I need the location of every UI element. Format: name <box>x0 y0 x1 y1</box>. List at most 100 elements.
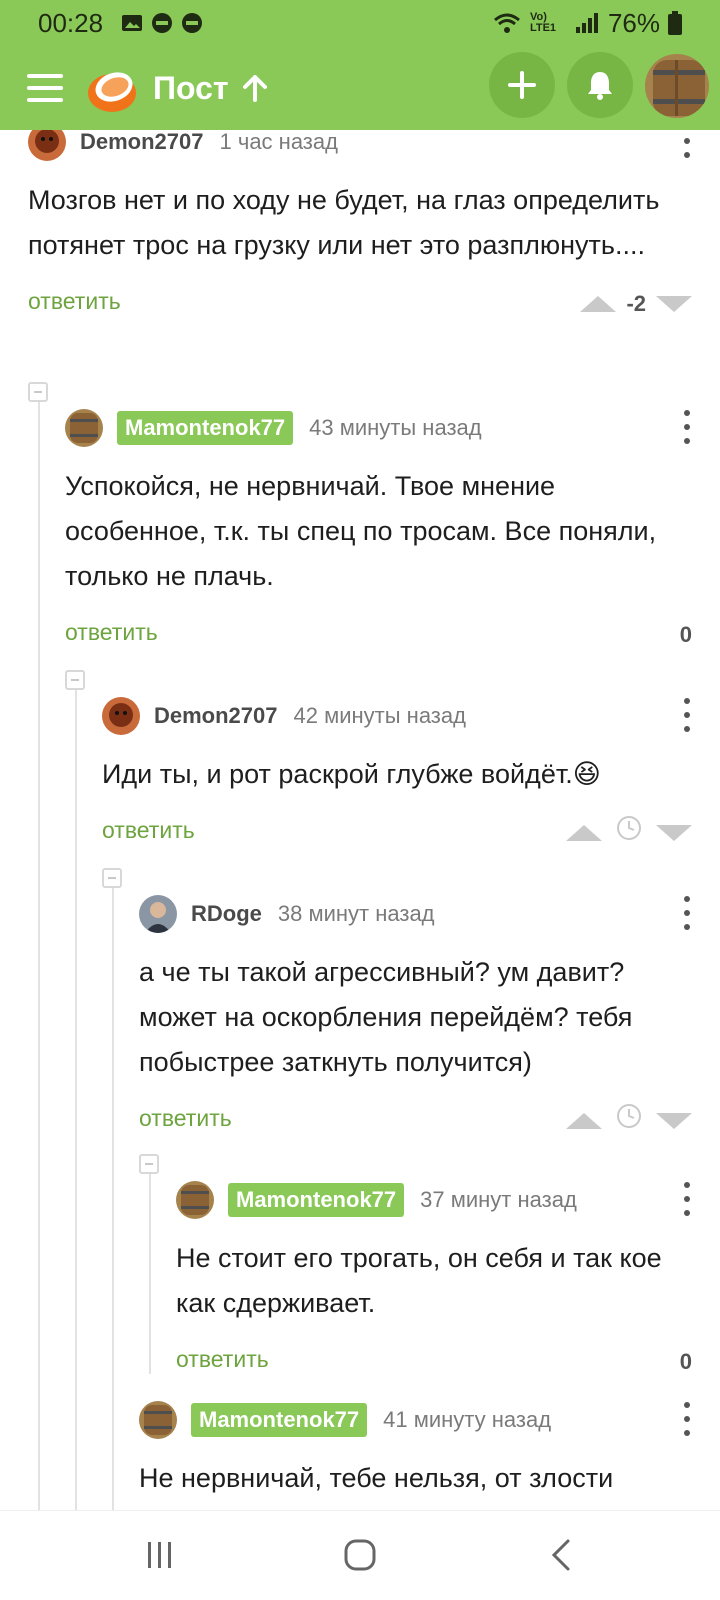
comment-text: Мозгов нет и по ходу не будет, на глаз о… <box>28 185 660 260</box>
plus-icon <box>508 71 536 99</box>
avatar[interactable] <box>28 130 66 161</box>
collapse-thread-button[interactable] <box>139 1154 159 1174</box>
collapse-thread-button[interactable] <box>102 868 122 888</box>
clock-icon <box>617 816 641 840</box>
downvote-icon[interactable] <box>656 1113 692 1129</box>
comment-time[interactable]: 43 минуты назад <box>309 415 481 441</box>
comment-footer: ответить <box>139 1101 692 1141</box>
comment-author[interactable]: Demon2707 <box>80 130 204 155</box>
comment-header: Demon2707 42 минуты назад <box>102 696 692 736</box>
comment-header: Demon2707 1 час назад <box>28 130 692 162</box>
comment-footer: ответить -2 <box>28 284 692 324</box>
comment-score: -2 <box>626 291 646 316</box>
thread-line-level-4 <box>149 1174 151 1374</box>
avatar[interactable] <box>139 1401 177 1439</box>
comment-score: 0 <box>679 1349 692 1374</box>
comment: Mamontenok77 37 минут назад Не стоит его… <box>176 1180 692 1382</box>
comment-header: Mamontenok77 43 минуты назад <box>65 408 692 448</box>
pikabu-logo[interactable] <box>85 61 139 115</box>
more-options-icon[interactable] <box>682 1182 692 1216</box>
avatar[interactable] <box>102 697 140 735</box>
downvote-icon[interactable] <box>656 296 692 312</box>
comment-rating <box>566 813 692 853</box>
comment-author[interactable]: Demon2707 <box>154 703 278 729</box>
recent-apps-icon[interactable] <box>140 1535 180 1575</box>
gallery-notification-icon <box>122 15 143 31</box>
reply-button[interactable]: ответить <box>176 1346 269 1373</box>
more-options-icon[interactable] <box>682 698 692 732</box>
comment-time[interactable]: 38 минут назад <box>278 901 435 927</box>
clock-icon <box>617 1104 641 1128</box>
comment-text: Успокойся, не нервничай. Твое мнение осо… <box>65 471 657 591</box>
comment-rating <box>566 1101 692 1141</box>
comment-rating: 0 <box>670 615 692 655</box>
signal-icon <box>575 13 598 33</box>
comment-time[interactable]: 37 минут назад <box>420 1187 577 1213</box>
collapse-thread-button[interactable] <box>65 670 85 690</box>
avatar[interactable] <box>176 1181 214 1219</box>
comment-footer: ответить 0 <box>65 615 692 655</box>
comment-footer: ответить 0 <box>176 1342 692 1382</box>
comments-feed[interactable]: Demon2707 1 час назад Мозгов нет и по хо… <box>0 130 720 1510</box>
avatar[interactable] <box>139 895 177 933</box>
bell-icon <box>588 72 612 100</box>
comment-text: Не нервничай, тебе нельзя, от злости <box>139 1463 614 1493</box>
comment-rating: 0 <box>670 1342 692 1382</box>
comment-footer: ответить <box>102 813 692 853</box>
network-label: Vo) LTE1 <box>529 11 557 34</box>
comment-time[interactable]: 41 минуту назад <box>383 1407 551 1433</box>
notifications-button[interactable] <box>567 52 633 118</box>
comment-time[interactable]: 1 час назад <box>220 130 338 155</box>
comment-author[interactable]: Mamontenok77 <box>191 1403 368 1437</box>
arrow-up-icon[interactable] <box>242 74 267 102</box>
status-time: 00:28 <box>38 7 104 38</box>
upvote-icon[interactable] <box>580 296 617 312</box>
comment-text: Не стоит его трогать, он себя и так кое … <box>176 1243 662 1318</box>
comment-rating: -2 <box>580 284 692 324</box>
mir-notification-icon-2 <box>182 13 203 33</box>
status-bar: 00:28 Vo) LTE1 76% <box>0 0 720 46</box>
user-avatar[interactable] <box>643 52 711 120</box>
comment-header: Mamontenok77 37 минут назад <box>176 1180 692 1220</box>
comment-text: Иди ты, и рот раскрой глубже войдёт.😆 <box>102 759 601 789</box>
upvote-icon[interactable] <box>566 1113 602 1129</box>
reply-button[interactable]: ответить <box>102 817 195 844</box>
thread-line-level-3 <box>112 888 114 1510</box>
comment-header: RDoge 38 минут назад <box>139 894 692 934</box>
collapse-thread-button[interactable] <box>28 382 48 402</box>
comment-header: Mamontenok77 41 минуту назад <box>139 1400 692 1440</box>
upvote-icon[interactable] <box>566 825 602 841</box>
back-icon[interactable] <box>542 1535 582 1575</box>
more-options-icon[interactable] <box>682 410 692 444</box>
reply-button[interactable]: ответить <box>28 288 121 315</box>
comment-author[interactable]: Mamontenok77 <box>117 411 294 445</box>
reply-button[interactable]: ответить <box>139 1105 232 1132</box>
downvote-icon[interactable] <box>656 825 692 841</box>
menu-icon[interactable] <box>27 74 63 102</box>
comment: Mamontenok77 43 минуты назад Успокойся, … <box>65 408 692 655</box>
comment: Demon2707 42 минуты назад Иди ты, и рот … <box>102 696 692 853</box>
thread-line-level-1 <box>38 402 40 1510</box>
comment-score: 0 <box>679 622 692 647</box>
system-nav-bar <box>0 1510 720 1600</box>
comment: RDoge 38 минут назад а че ты такой агрес… <box>139 894 692 1141</box>
avatar[interactable] <box>65 409 103 447</box>
page-title: Пост <box>153 69 229 106</box>
comment-time[interactable]: 42 минуты назад <box>294 703 466 729</box>
more-options-icon[interactable] <box>682 1402 692 1436</box>
reply-button[interactable]: ответить <box>65 619 158 646</box>
comment-author[interactable]: Mamontenok77 <box>228 1183 405 1217</box>
more-options-icon[interactable] <box>682 130 692 158</box>
more-options-icon[interactable] <box>682 896 692 930</box>
thread-line-level-2 <box>75 690 77 1510</box>
comment-author[interactable]: RDoge <box>191 901 262 927</box>
comment-text: а че ты такой агрессивный? ум давит? мож… <box>139 957 633 1077</box>
comment: Mamontenok77 41 минуту назад Не нервнича… <box>139 1400 692 1501</box>
home-icon[interactable] <box>340 1535 380 1575</box>
comment: Demon2707 1 час назад Мозгов нет и по хо… <box>28 130 692 324</box>
add-post-button[interactable] <box>489 52 555 118</box>
battery-icon <box>668 11 682 35</box>
battery-percent: 76% <box>607 7 660 38</box>
wifi-icon <box>493 13 520 33</box>
app-bar: Пост <box>0 46 720 130</box>
